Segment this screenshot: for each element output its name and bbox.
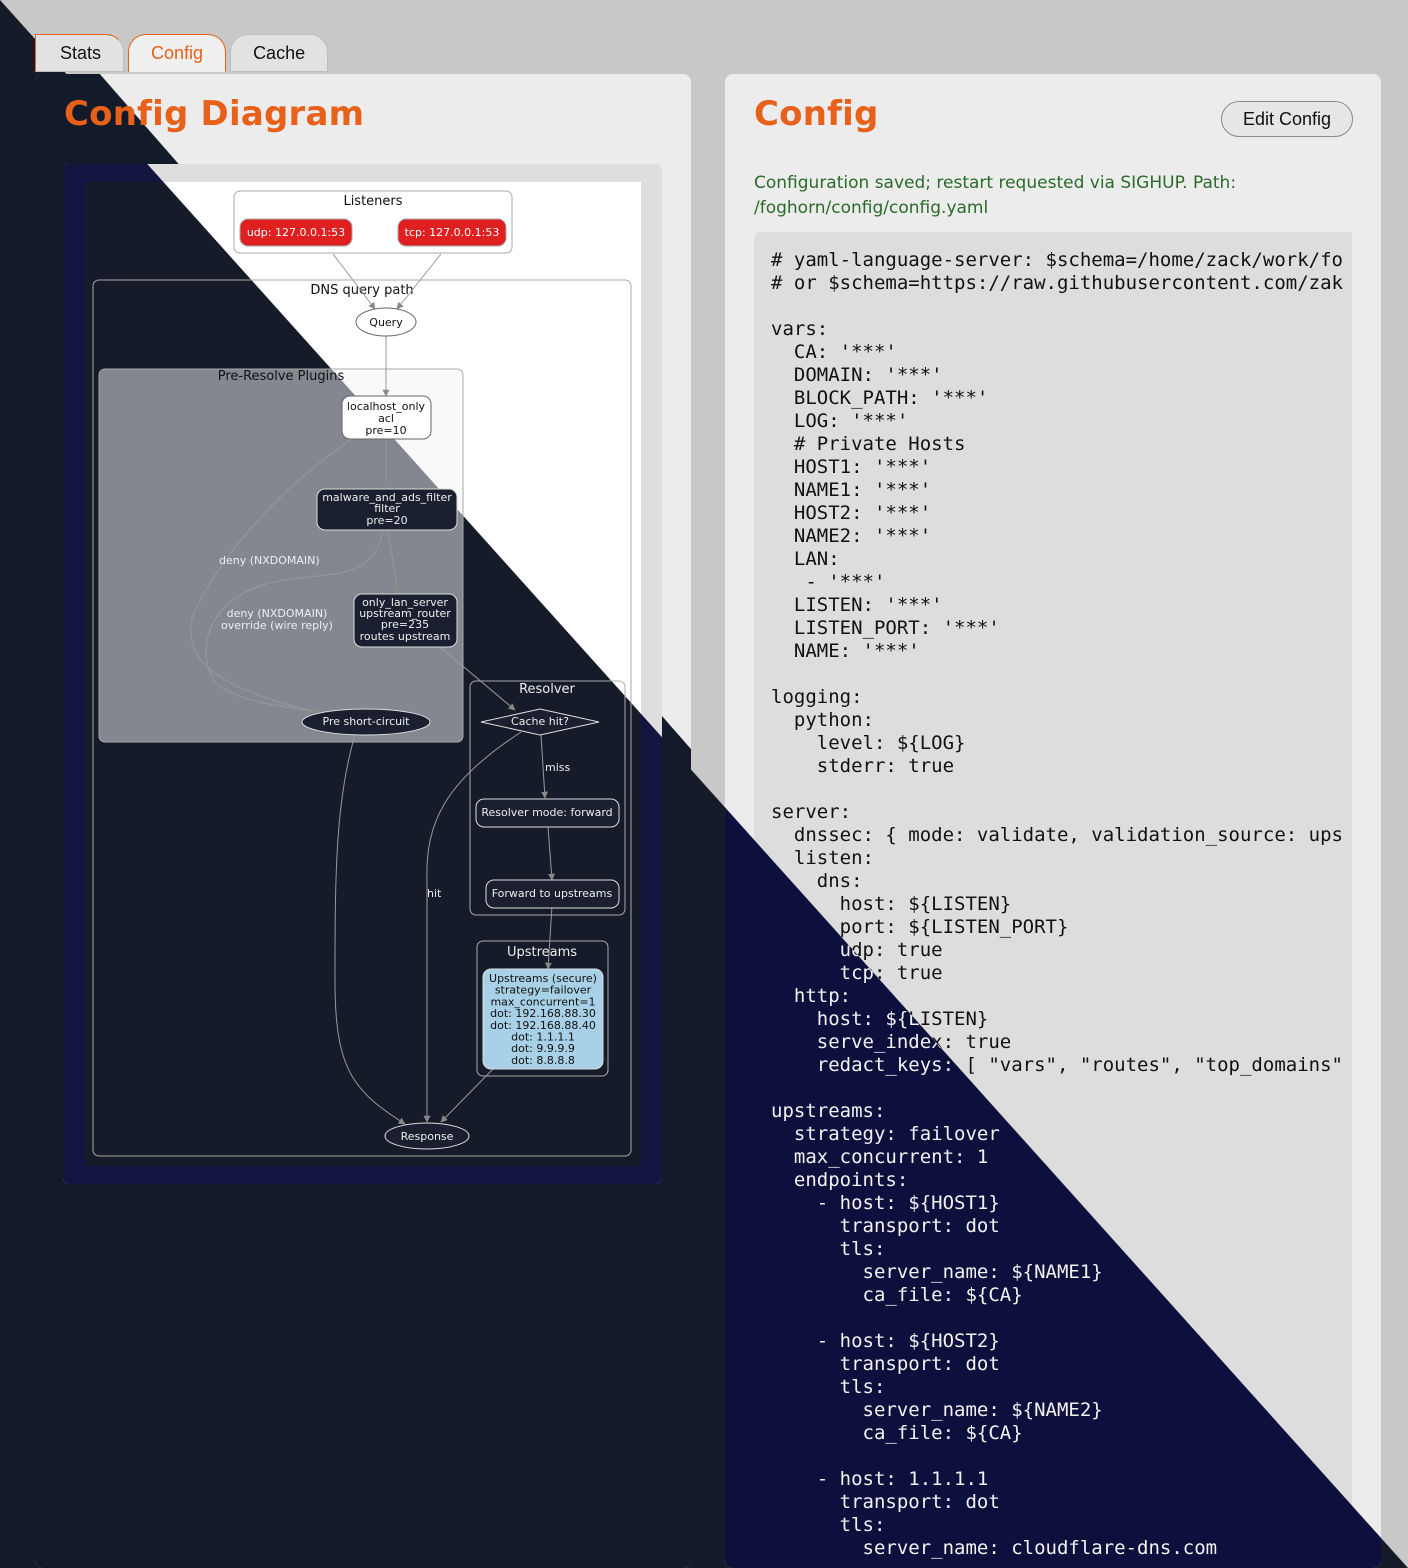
edge-udp-query (332, 253, 376, 310)
config-diagram-title: Config Diagram (64, 94, 365, 134)
pre-resolve-label: Pre-Resolve Plugins (218, 369, 345, 384)
tab-cache[interactable]: Cache (230, 34, 329, 72)
tab-stats[interactable]: Stats (35, 34, 125, 72)
pre-short-circuit-text: Pre short-circuit (323, 715, 411, 728)
tab-config[interactable]: Config (128, 34, 227, 72)
upstreams-node-line: dot: 8.8.8.8 (511, 1054, 575, 1067)
edit-config-button[interactable]: Edit Config (1220, 101, 1353, 137)
upstreams-label: Upstreams (507, 945, 577, 960)
forward-text: Forward to upstreams (492, 887, 613, 900)
cache-hit-text: Cache hit? (511, 715, 569, 728)
config-diagram-panel: Config Diagram Listeners DNS query path … (35, 74, 691, 1568)
diagram-container: Listeners DNS query path Pre-Resolve Plu… (63, 164, 662, 1184)
edge-upstreams-response (440, 1068, 494, 1123)
diagram-canvas: Listeners DNS query path Pre-Resolve Plu… (85, 182, 641, 1166)
udp-listener-text: udp: 127.0.0.1:53 (247, 226, 345, 239)
deny-label-2b: override (wire reply) (221, 619, 333, 632)
edge-tcp-query (396, 253, 442, 310)
localhost-only-pre: pre=10 (365, 424, 406, 437)
edge-resolver-forward (547, 826, 556, 881)
edge-preshort-response (334, 734, 406, 1125)
dns-query-path-label: DNS query path (310, 283, 413, 298)
tcp-listener-text: tcp: 127.0.0.1:53 (405, 226, 500, 239)
hit-label: hit (427, 887, 442, 900)
save-status-message: Configuration saved; restart requested v… (754, 173, 1237, 218)
response-text: Response (401, 1130, 454, 1143)
deny-label-1: deny (NXDOMAIN) (219, 554, 320, 567)
config-diagram-svg: Listeners DNS query path Pre-Resolve Plu… (92, 190, 632, 1157)
listeners-label: Listeners (343, 194, 402, 209)
only-lan-routes: routes upstream (360, 630, 451, 643)
config-panel: Config Edit Config Configuration saved; … (725, 74, 1381, 1568)
query-text: Query (369, 316, 403, 329)
resolver-mode-text: Resolver mode: forward (481, 806, 612, 819)
miss-label: miss (545, 761, 571, 774)
config-title: Config (754, 94, 879, 134)
config-code-box[interactable]: # yaml-language-server: $schema=/home/za… (754, 232, 1352, 1568)
malware-filter-pre: pre=20 (366, 514, 407, 527)
resolver-label: Resolver (519, 682, 575, 697)
tab-bar: Stats Config Cache (35, 34, 329, 72)
